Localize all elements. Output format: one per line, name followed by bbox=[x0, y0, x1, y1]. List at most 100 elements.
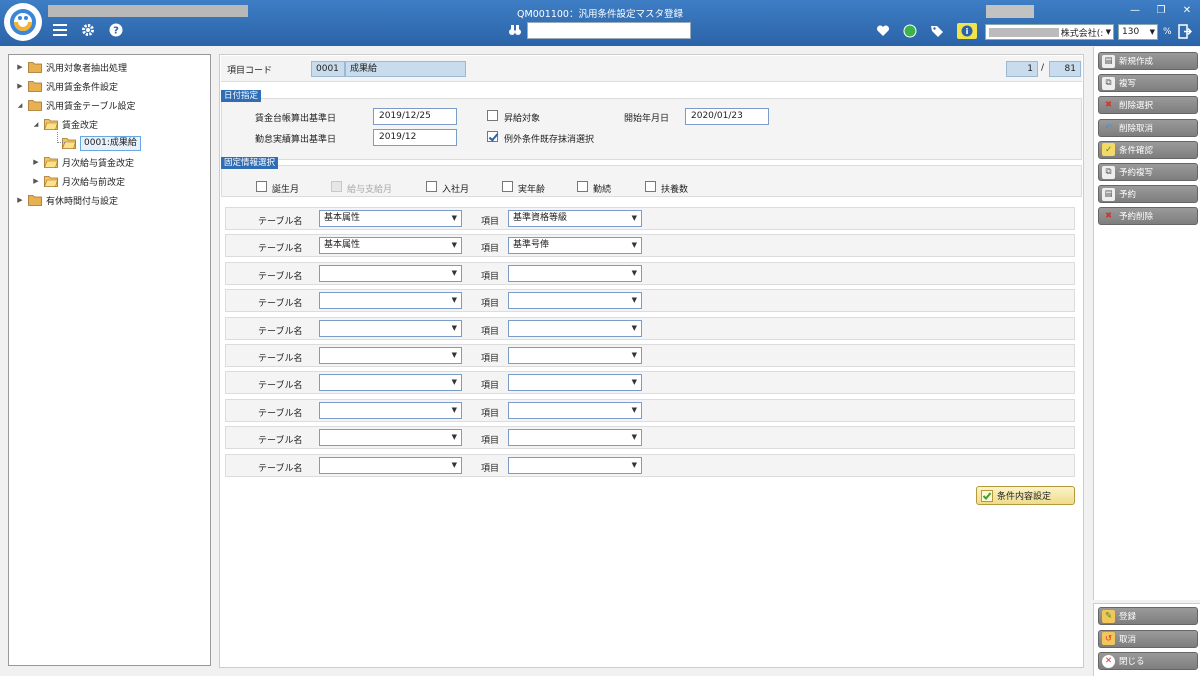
cmd-button-5[interactable]: ⧉ 予約複写 bbox=[1098, 163, 1198, 181]
start-date-input[interactable]: 2020/01/23 bbox=[685, 108, 769, 125]
menu-tree: ▶ 汎用対象者抽出処理 ▶ 汎用賃金条件設定 ◢ 汎用賃金テーブル設定 ◢ 賃金改定 0001:… bbox=[8, 54, 211, 666]
exception-clear-checkbox[interactable] bbox=[487, 131, 498, 142]
table-name-select[interactable]: ▼ bbox=[319, 456, 462, 474]
cmd-button-7[interactable]: ✖ 予約削除 bbox=[1098, 207, 1198, 226]
minimize-icon[interactable]: — bbox=[1128, 5, 1142, 17]
item-select[interactable]: 基準資格等級 ▼ bbox=[508, 210, 642, 227]
expand-arrow-icon[interactable]: ▶ bbox=[15, 63, 25, 71]
help-icon[interactable]: ? bbox=[108, 22, 124, 38]
expand-arrow-icon[interactable]: ▶ bbox=[31, 177, 41, 185]
main-form: 項目コード 0001 成果給 1 / 81 日付指定 賃金台帳算出基準日 201… bbox=[219, 54, 1084, 668]
new-document-icon: ▤ bbox=[1102, 54, 1115, 68]
chevron-down-icon: ▼ bbox=[451, 241, 457, 250]
tree-connector bbox=[57, 132, 65, 143]
item-select[interactable]: ▼ bbox=[508, 292, 642, 310]
item-label: 項目 bbox=[481, 463, 500, 474]
folder-icon bbox=[28, 81, 42, 92]
tag-icon[interactable] bbox=[930, 24, 944, 38]
bottom-cmd-button-0[interactable]: ✎ 登録 bbox=[1098, 607, 1198, 625]
binoculars-icon[interactable] bbox=[508, 23, 522, 37]
condition-check-icon: ✓ bbox=[1102, 143, 1115, 157]
table-name-select[interactable]: ▼ bbox=[319, 347, 462, 364]
bottom-cmd-label: 閉じる bbox=[1119, 657, 1145, 667]
cmd-button-2[interactable]: ✖ 削除選択 bbox=[1098, 96, 1198, 115]
fixed-check-5[interactable] bbox=[645, 181, 656, 192]
chevron-down-icon: ▼ bbox=[451, 323, 457, 332]
item-value: 基準資格等級 bbox=[513, 213, 568, 223]
command-panel-bottom: ✎ 登録 ↺ 取消 ✕ 閉じる bbox=[1093, 603, 1200, 676]
table-name-label: テーブル名 bbox=[258, 244, 303, 255]
table-name-select[interactable]: 基本属性 ▼ bbox=[319, 237, 462, 255]
table-name-select[interactable]: ▼ bbox=[319, 264, 462, 282]
chevron-down-icon: ▼ bbox=[631, 296, 637, 305]
table-name-select[interactable]: ▼ bbox=[319, 292, 462, 310]
tree-item-paid-leave[interactable]: ▶ 有休時間付与設定 bbox=[15, 192, 118, 208]
zoom-select[interactable]: 130 ▼ bbox=[1118, 24, 1158, 40]
tree-item-label: 汎用賃金テーブル設定 bbox=[46, 101, 136, 112]
close-icon[interactable]: ✕ bbox=[1180, 5, 1194, 17]
item-select[interactable]: 基準号俸 ▼ bbox=[508, 237, 642, 255]
exception-clear-label: 例外条件既存抹消選択 bbox=[504, 135, 595, 145]
bottom-cmd-label: 取消 bbox=[1119, 634, 1137, 645]
cmd-button-4[interactable]: ✓ 条件確認 bbox=[1098, 140, 1198, 159]
cmd-button-0[interactable]: ▤ 新規作成 bbox=[1098, 52, 1198, 70]
logout-icon[interactable] bbox=[1178, 24, 1192, 39]
expand-arrow-icon[interactable]: ▶ bbox=[31, 158, 41, 166]
register-icon: ✎ bbox=[1102, 609, 1115, 623]
collapse-arrow-icon[interactable]: ◢ bbox=[31, 121, 41, 128]
fixed-info-title: 固定情報選択 bbox=[221, 157, 279, 169]
bottom-cmd-button-1[interactable]: ↺ 取消 bbox=[1098, 629, 1198, 648]
tree-item-wage-revision[interactable]: ◢ 賃金改定 bbox=[31, 116, 98, 132]
table-name-select[interactable]: 基本属性 ▼ bbox=[319, 210, 462, 227]
table-name-select[interactable]: ▼ bbox=[319, 374, 462, 392]
chevron-down-icon: ▼ bbox=[631, 378, 637, 387]
item-select[interactable]: ▼ bbox=[508, 401, 642, 419]
apply-conditions-button[interactable]: 条件内容設定 bbox=[976, 486, 1075, 505]
cmd-button-3[interactable]: ↶ 削除取消 bbox=[1098, 118, 1198, 137]
expand-arrow-icon[interactable]: ▶ bbox=[15, 82, 25, 90]
item-label: 項目 bbox=[481, 381, 500, 392]
item-select[interactable]: ▼ bbox=[508, 319, 642, 337]
item-label: 項目 bbox=[481, 408, 500, 419]
heart-icon[interactable] bbox=[876, 24, 890, 38]
tree-item-wage-table[interactable]: ◢ 汎用賃金テーブル設定 bbox=[15, 97, 135, 113]
promotion-label: 昇給対象 bbox=[504, 114, 541, 124]
chevron-down-icon: ▼ bbox=[631, 268, 637, 277]
gear-icon[interactable] bbox=[80, 22, 96, 38]
table-name-select[interactable]: ▼ bbox=[319, 401, 462, 419]
cmd-button-6[interactable]: ▤ 予約 bbox=[1098, 185, 1198, 204]
tree-item-target-extraction[interactable]: ▶ 汎用対象者抽出処理 bbox=[15, 59, 127, 75]
tree-item-monthly-pre[interactable]: ▶ 月次給与前改定 bbox=[31, 173, 125, 189]
table-name-label: テーブル名 bbox=[258, 217, 303, 227]
promotion-checkbox[interactable] bbox=[487, 110, 498, 121]
bottom-cmd-button-2[interactable]: ✕ 閉じる bbox=[1098, 652, 1198, 670]
company-select[interactable]: 株式会社(: ▼ bbox=[985, 24, 1114, 40]
chevron-down-icon: ▼ bbox=[631, 323, 637, 332]
expand-arrow-icon[interactable]: ▶ bbox=[15, 196, 25, 204]
fixed-check-3[interactable] bbox=[502, 181, 513, 192]
fixed-check-0[interactable] bbox=[256, 181, 267, 192]
folder-icon bbox=[28, 195, 42, 206]
item-select[interactable]: ▼ bbox=[508, 347, 642, 364]
tree-item-monthly-wage[interactable]: ▶ 月次給与賃金改定 bbox=[31, 154, 134, 170]
tree-item-wage-condition[interactable]: ▶ 汎用賃金条件設定 bbox=[15, 78, 118, 94]
restore-icon[interactable]: ❐ bbox=[1154, 5, 1168, 17]
chevron-down-icon: ▼ bbox=[451, 378, 457, 387]
wage-ledger-date-input[interactable]: 2019/12/25 bbox=[373, 108, 457, 125]
cmd-button-1[interactable]: ⧉ 複写 bbox=[1098, 74, 1198, 93]
page-current: 1 bbox=[1006, 61, 1038, 77]
menu-icon[interactable] bbox=[52, 22, 68, 38]
item-label: 項目 bbox=[481, 271, 500, 282]
collapse-arrow-icon[interactable]: ◢ bbox=[15, 102, 25, 109]
item-select[interactable]: ▼ bbox=[508, 429, 642, 447]
table-name-select[interactable]: ▼ bbox=[319, 319, 462, 337]
fixed-check-4[interactable] bbox=[577, 181, 588, 192]
attendance-date-input[interactable]: 2019/12 bbox=[373, 129, 457, 146]
item-select[interactable]: ▼ bbox=[508, 456, 642, 474]
table-name-select[interactable]: ▼ bbox=[319, 429, 462, 447]
search-input[interactable] bbox=[527, 22, 691, 39]
item-select[interactable]: ▼ bbox=[508, 374, 642, 392]
info-icon[interactable]: i bbox=[957, 23, 977, 39]
item-select[interactable]: ▼ bbox=[508, 264, 642, 282]
fixed-check-2[interactable] bbox=[426, 181, 437, 192]
